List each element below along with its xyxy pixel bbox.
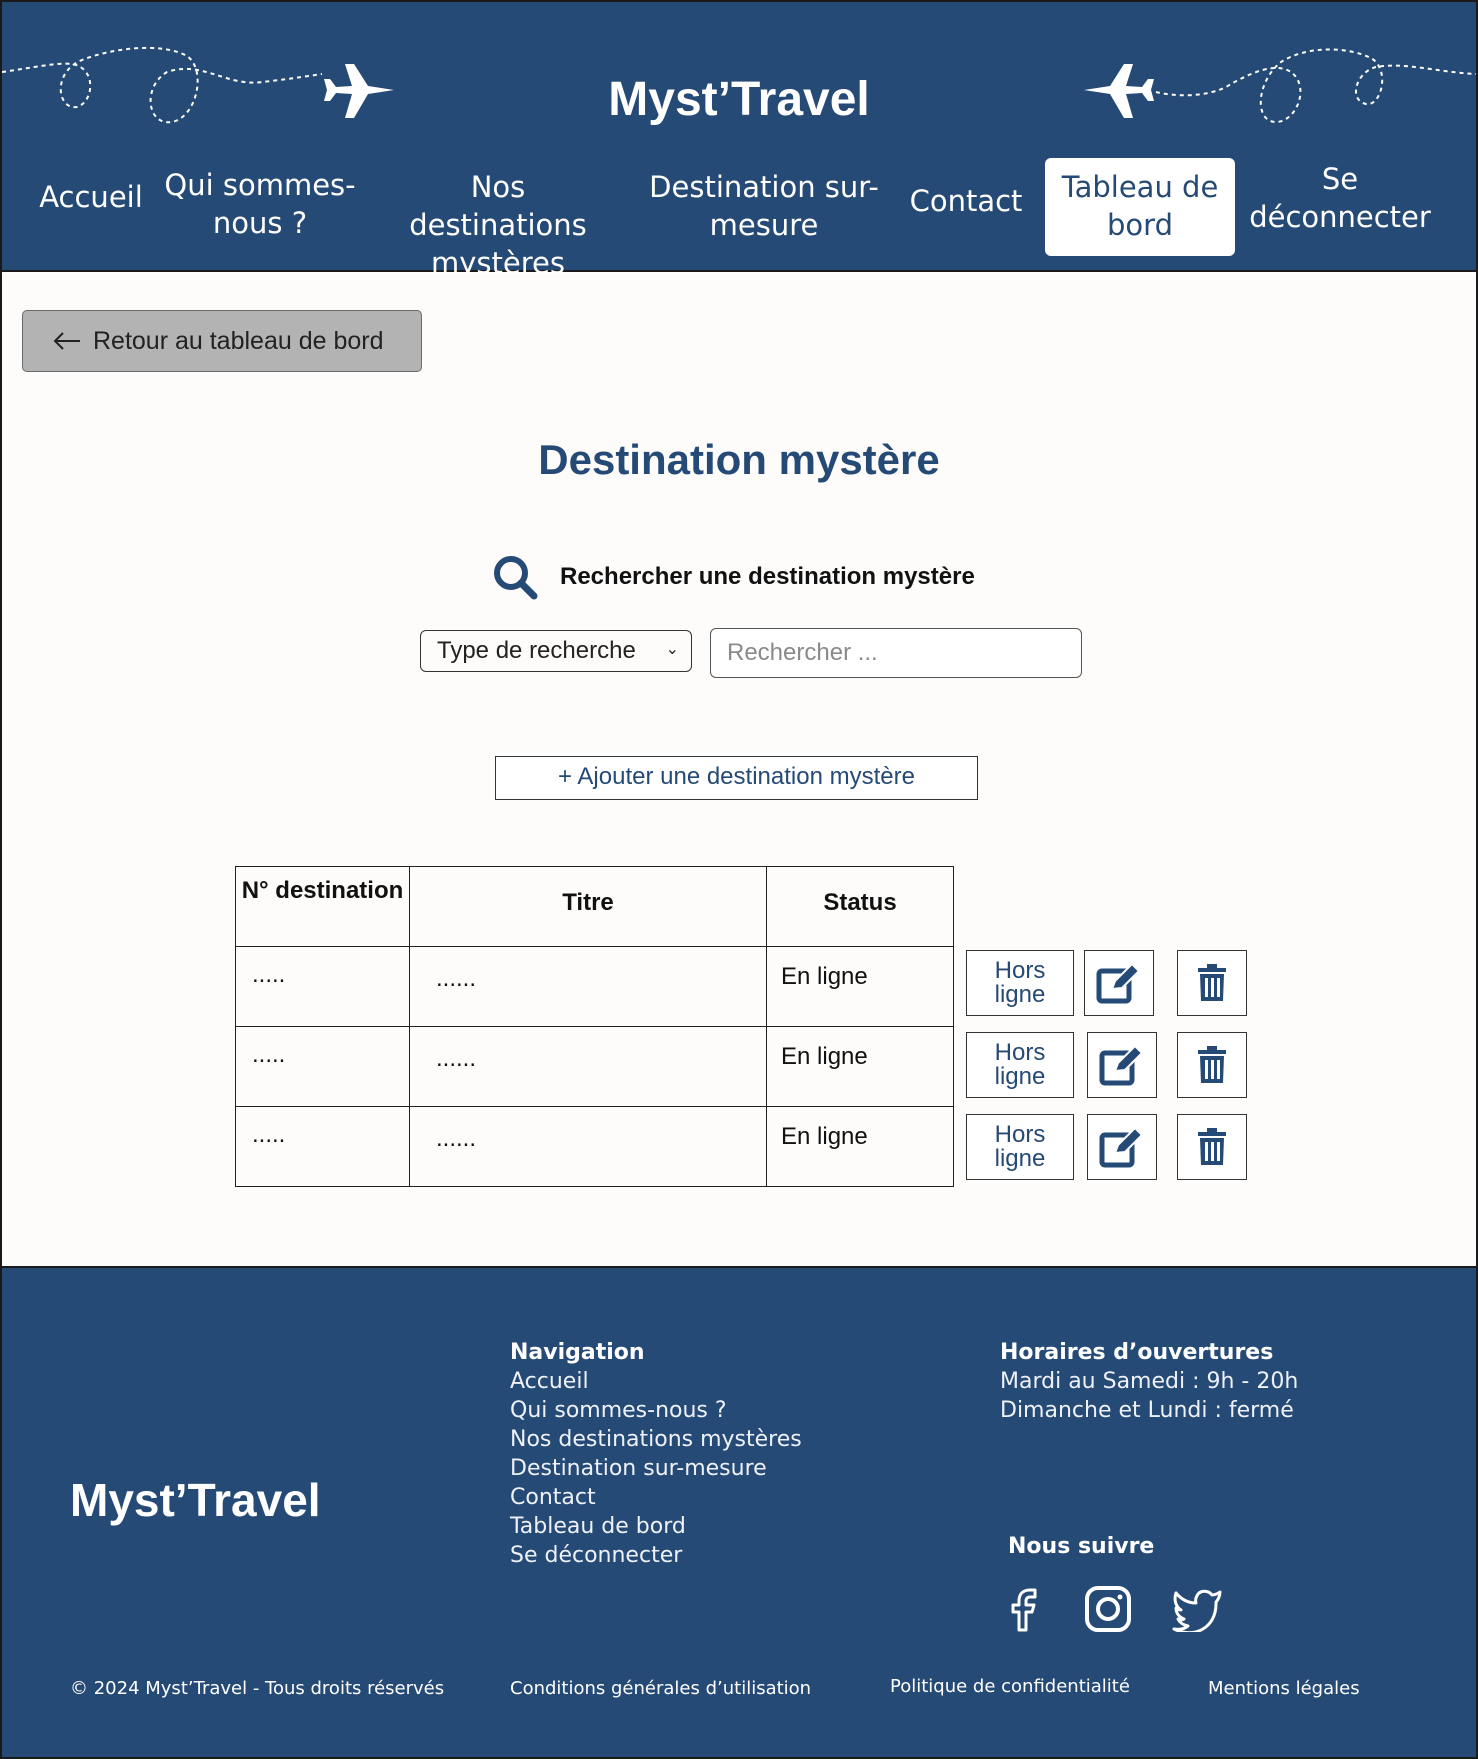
cell-status: En ligne (766, 946, 954, 1027)
edit-button[interactable] (1087, 1032, 1157, 1098)
terms-link[interactable]: Conditions générales d’utilisation (510, 1678, 811, 1699)
privacy-link[interactable]: Politique de confidentialité (890, 1676, 1130, 1697)
delete-button[interactable] (1177, 1032, 1247, 1098)
arrow-left-icon (53, 332, 80, 350)
footer-navigation: Navigation Accueil Qui sommes-nous ? Nos… (510, 1338, 802, 1570)
toggle-offline-button[interactable]: Hors ligne (966, 1032, 1074, 1098)
cell-num: ..... (235, 1106, 410, 1187)
nav-tableau-de-bord[interactable]: Tableau de bord (1045, 158, 1235, 256)
destinations-table: N° destination Titre Status ..... ......… (235, 866, 954, 1187)
edit-icon (1099, 1044, 1144, 1086)
follow-us-title: Nous suivre (1008, 1534, 1155, 1559)
search-icon (494, 556, 538, 600)
main-content: Retour au tableau de bord Destination my… (2, 274, 1476, 1266)
chevron-down-icon: ⌄ (665, 641, 679, 658)
copyright-text: © 2024 Myst’Travel - Tous droits réservé… (70, 1678, 445, 1699)
header-titre: Titre (409, 866, 767, 947)
site-header: Myst’Travel Accueil Qui sommes-nous ? No… (2, 2, 1476, 280)
footer-hours-line: Dimanche et Lundi : fermé (1000, 1398, 1294, 1423)
footer-link-destination-sur-mesure[interactable]: Destination sur-mesure (510, 1454, 802, 1483)
footer-hours-title: Horaires d’ouvertures (1000, 1340, 1274, 1365)
search-type-select[interactable]: Type de recherche ⌄ (420, 630, 692, 672)
add-destination-button[interactable]: + Ajouter une destination mystère (495, 756, 978, 800)
cell-titre: ...... (409, 1026, 767, 1107)
nav-nos-destinations-mysteres[interactable]: Nos destinations mystères (378, 168, 618, 282)
nav-se-deconnecter[interactable]: Se déconnecter (1248, 160, 1432, 236)
site-footer: Myst’Travel Navigation Accueil Qui somme… (2, 1266, 1476, 1757)
delete-button[interactable] (1177, 1114, 1247, 1180)
delete-button[interactable] (1177, 950, 1247, 1016)
cell-status: En ligne (766, 1106, 954, 1187)
footer-link-qui-sommes-nous[interactable]: Qui sommes-nous ? (510, 1396, 802, 1425)
legal-notice-link[interactable]: Mentions légales (1208, 1678, 1360, 1699)
trash-icon (1198, 1046, 1226, 1083)
cell-status: En ligne (766, 1026, 954, 1107)
trash-icon (1198, 964, 1226, 1001)
trash-icon (1198, 1128, 1226, 1165)
footer-link-accueil[interactable]: Accueil (510, 1367, 802, 1396)
footer-hours-line: Mardi au Samedi : 9h - 20h (1000, 1369, 1299, 1394)
footer-brand[interactable]: Myst’Travel (70, 1473, 321, 1527)
edit-icon (1099, 1126, 1144, 1168)
search-label: Rechercher une destination mystère (560, 563, 975, 590)
table-row: ..... ...... En ligne (235, 946, 954, 1027)
nav-contact[interactable]: Contact (904, 182, 1028, 220)
page-title: Destination mystère (538, 436, 940, 483)
header-num-destination: N° destination (235, 866, 410, 947)
search-type-value: Type de recherche (437, 637, 636, 664)
cell-titre: ...... (409, 1106, 767, 1187)
cell-num: ..... (235, 1026, 410, 1107)
search-input[interactable] (710, 628, 1082, 678)
facebook-icon[interactable] (1006, 1586, 1044, 1632)
search-heading: Rechercher une destination mystère (492, 554, 975, 600)
plane-trail-right-icon (1084, 48, 1476, 124)
table-row: ..... ...... En ligne (235, 1026, 954, 1107)
footer-link-se-deconnecter[interactable]: Se déconnecter (510, 1541, 802, 1570)
table-header-row: N° destination Titre Status (235, 866, 954, 947)
footer-link-contact[interactable]: Contact (510, 1483, 802, 1512)
back-to-dashboard-button[interactable]: Retour au tableau de bord (22, 310, 422, 372)
edit-icon (1096, 962, 1141, 1004)
back-button-label: Retour au tableau de bord (93, 326, 384, 355)
nav-destination-sur-mesure[interactable]: Destination sur-mesure (648, 168, 880, 244)
nav-qui-sommes-nous[interactable]: Qui sommes-nous ? (162, 166, 358, 242)
edit-button[interactable] (1087, 1114, 1157, 1180)
toggle-offline-button[interactable]: Hors ligne (966, 950, 1074, 1016)
toggle-offline-button[interactable]: Hors ligne (966, 1114, 1074, 1180)
instagram-icon[interactable] (1084, 1586, 1132, 1632)
footer-navigation-title: Navigation (510, 1340, 645, 1365)
edit-button[interactable] (1084, 950, 1154, 1016)
cell-num: ..... (235, 946, 410, 1027)
footer-link-tableau-de-bord[interactable]: Tableau de bord (510, 1512, 802, 1541)
twitter-icon[interactable] (1172, 1586, 1224, 1632)
cell-titre: ...... (409, 946, 767, 1027)
footer-link-nos-destinations[interactable]: Nos destinations mystères (510, 1425, 802, 1454)
footer-hours: Horaires d’ouvertures Mardi au Samedi : … (1000, 1338, 1298, 1425)
table-row: ..... ...... En ligne (235, 1106, 954, 1187)
header-status: Status (766, 866, 954, 947)
nav-accueil[interactable]: Accueil (36, 178, 146, 216)
